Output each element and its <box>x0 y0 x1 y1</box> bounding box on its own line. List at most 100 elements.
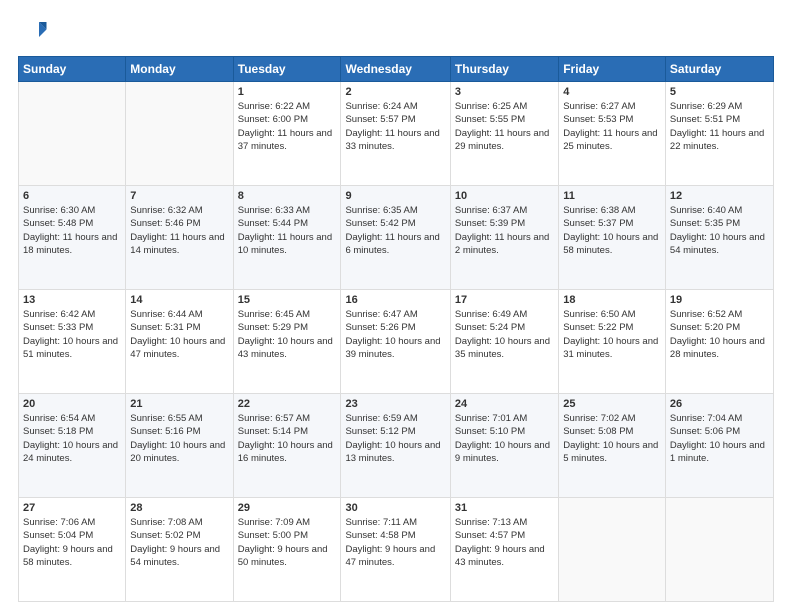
day-number: 10 <box>455 190 554 202</box>
day-info: Sunrise: 6:55 AMSunset: 5:16 PMDaylight:… <box>130 412 228 465</box>
calendar-cell: 28 Sunrise: 7:08 AMSunset: 5:02 PMDayligh… <box>126 498 233 602</box>
header <box>18 16 774 46</box>
calendar-cell: 22 Sunrise: 6:57 AMSunset: 5:14 PMDayligh… <box>233 394 341 498</box>
calendar-cell: 1 Sunrise: 6:22 AMSunset: 6:00 PMDaylight… <box>233 82 341 186</box>
calendar-cell: 4Sunrise: 6:27 AMSunset: 5:53 PMDaylight… <box>559 82 666 186</box>
day-info: Sunrise: 6:29 AMSunset: 5:51 PMDaylight:… <box>670 100 769 153</box>
day-number: 11 <box>563 190 661 202</box>
weekday-header-monday: Monday <box>126 57 233 82</box>
calendar-week-row: 20Sunrise: 6:54 AMSunset: 5:18 PMDayligh… <box>19 394 774 498</box>
calendar-cell: 2 Sunrise: 6:24 AMSunset: 5:57 PMDaylight… <box>341 82 450 186</box>
day-number: 15 <box>238 294 337 306</box>
day-number: 3 <box>455 86 554 98</box>
day-number: 29 <box>238 502 337 514</box>
day-number: 9 <box>345 190 445 202</box>
day-info: Sunrise: 6:38 AMSunset: 5:37 PMDaylight:… <box>563 204 661 257</box>
calendar-cell: 14Sunrise: 6:44 AMSunset: 5:31 PMDayligh… <box>126 290 233 394</box>
day-number: 14 <box>130 294 228 306</box>
calendar-cell: 7 Sunrise: 6:32 AMSunset: 5:46 PMDaylight… <box>126 186 233 290</box>
day-number: 1 <box>238 86 337 98</box>
day-info: Sunrise: 7:04 AMSunset: 5:06 PMDaylight:… <box>670 412 769 465</box>
weekday-header-saturday: Saturday <box>665 57 773 82</box>
day-number: 7 <box>130 190 228 202</box>
day-info: Sunrise: 6:25 AMSunset: 5:55 PMDaylight:… <box>455 100 554 153</box>
calendar-cell: 30 Sunrise: 7:11 AMSunset: 4:58 PMDayligh… <box>341 498 450 602</box>
weekday-header-sunday: Sunday <box>19 57 126 82</box>
day-info: Sunrise: 7:08 AMSunset: 5:02 PMDaylight:… <box>130 516 228 569</box>
calendar-cell: 17Sunrise: 6:49 AMSunset: 5:24 PMDayligh… <box>450 290 558 394</box>
day-info: Sunrise: 6:22 AMSunset: 6:00 PMDaylight:… <box>238 100 337 153</box>
day-info: Sunrise: 7:01 AMSunset: 5:10 PMDaylight:… <box>455 412 554 465</box>
calendar-cell: 6Sunrise: 6:30 AMSunset: 5:48 PMDaylight… <box>19 186 126 290</box>
day-number: 6 <box>23 190 121 202</box>
day-number: 18 <box>563 294 661 306</box>
calendar-week-row: 27 Sunrise: 7:06 AMSunset: 5:04 PMDayligh… <box>19 498 774 602</box>
calendar-cell: 19 Sunrise: 6:52 AMSunset: 5:20 PMDayligh… <box>665 290 773 394</box>
day-info: Sunrise: 6:35 AMSunset: 5:42 PMDaylight:… <box>345 204 445 257</box>
day-info: Sunrise: 7:09 AMSunset: 5:00 PMDaylight:… <box>238 516 337 569</box>
calendar-cell <box>559 498 666 602</box>
day-number: 22 <box>238 398 337 410</box>
calendar-cell: 9 Sunrise: 6:35 AMSunset: 5:42 PMDaylight… <box>341 186 450 290</box>
calendar-cell: 23 Sunrise: 6:59 AMSunset: 5:12 PMDayligh… <box>341 394 450 498</box>
calendar-cell: 12Sunrise: 6:40 AMSunset: 5:35 PMDayligh… <box>665 186 773 290</box>
day-number: 2 <box>345 86 445 98</box>
day-number: 21 <box>130 398 228 410</box>
calendar-cell <box>19 82 126 186</box>
day-info: Sunrise: 6:24 AMSunset: 5:57 PMDaylight:… <box>345 100 445 153</box>
calendar-cell <box>126 82 233 186</box>
day-info: Sunrise: 7:13 AMSunset: 4:57 PMDaylight:… <box>455 516 554 569</box>
day-info: Sunrise: 6:45 AMSunset: 5:29 PMDaylight:… <box>238 308 337 361</box>
calendar-cell: 21 Sunrise: 6:55 AMSunset: 5:16 PMDayligh… <box>126 394 233 498</box>
day-number: 5 <box>670 86 769 98</box>
logo-icon <box>18 16 48 46</box>
calendar-cell: 11 Sunrise: 6:38 AMSunset: 5:37 PMDayligh… <box>559 186 666 290</box>
calendar-cell: 31Sunrise: 7:13 AMSunset: 4:57 PMDayligh… <box>450 498 558 602</box>
day-info: Sunrise: 6:33 AMSunset: 5:44 PMDaylight:… <box>238 204 337 257</box>
calendar-cell <box>665 498 773 602</box>
weekday-header-friday: Friday <box>559 57 666 82</box>
day-number: 23 <box>345 398 445 410</box>
day-number: 25 <box>563 398 661 410</box>
day-number: 26 <box>670 398 769 410</box>
calendar-cell: 18 Sunrise: 6:50 AMSunset: 5:22 PMDayligh… <box>559 290 666 394</box>
calendar-week-row: 13 Sunrise: 6:42 AMSunset: 5:33 PMDayligh… <box>19 290 774 394</box>
day-info: Sunrise: 6:27 AMSunset: 5:53 PMDaylight:… <box>563 100 661 153</box>
day-number: 8 <box>238 190 337 202</box>
day-info: Sunrise: 6:32 AMSunset: 5:46 PMDaylight:… <box>130 204 228 257</box>
day-number: 16 <box>345 294 445 306</box>
day-info: Sunrise: 6:57 AMSunset: 5:14 PMDaylight:… <box>238 412 337 465</box>
calendar-cell: 13 Sunrise: 6:42 AMSunset: 5:33 PMDayligh… <box>19 290 126 394</box>
calendar-cell: 29 Sunrise: 7:09 AMSunset: 5:00 PMDayligh… <box>233 498 341 602</box>
day-number: 24 <box>455 398 554 410</box>
day-number: 19 <box>670 294 769 306</box>
day-info: Sunrise: 6:40 AMSunset: 5:35 PMDaylight:… <box>670 204 769 257</box>
calendar-cell: 27 Sunrise: 7:06 AMSunset: 5:04 PMDayligh… <box>19 498 126 602</box>
day-number: 20 <box>23 398 121 410</box>
day-info: Sunrise: 6:59 AMSunset: 5:12 PMDaylight:… <box>345 412 445 465</box>
day-info: Sunrise: 6:49 AMSunset: 5:24 PMDaylight:… <box>455 308 554 361</box>
calendar-cell: 10 Sunrise: 6:37 AMSunset: 5:39 PMDayligh… <box>450 186 558 290</box>
day-info: Sunrise: 6:52 AMSunset: 5:20 PMDaylight:… <box>670 308 769 361</box>
calendar-cell: 3 Sunrise: 6:25 AMSunset: 5:55 PMDaylight… <box>450 82 558 186</box>
day-number: 30 <box>345 502 445 514</box>
calendar-cell: 5 Sunrise: 6:29 AMSunset: 5:51 PMDaylight… <box>665 82 773 186</box>
calendar-cell: 15 Sunrise: 6:45 AMSunset: 5:29 PMDayligh… <box>233 290 341 394</box>
day-info: Sunrise: 7:06 AMSunset: 5:04 PMDaylight:… <box>23 516 121 569</box>
day-number: 13 <box>23 294 121 306</box>
day-number: 28 <box>130 502 228 514</box>
day-info: Sunrise: 6:42 AMSunset: 5:33 PMDaylight:… <box>23 308 121 361</box>
calendar-cell: 20Sunrise: 6:54 AMSunset: 5:18 PMDayligh… <box>19 394 126 498</box>
day-info: Sunrise: 7:11 AMSunset: 4:58 PMDaylight:… <box>345 516 445 569</box>
calendar-cell: 8 Sunrise: 6:33 AMSunset: 5:44 PMDaylight… <box>233 186 341 290</box>
calendar-cell: 16Sunrise: 6:47 AMSunset: 5:26 PMDayligh… <box>341 290 450 394</box>
day-number: 27 <box>23 502 121 514</box>
day-info: Sunrise: 6:50 AMSunset: 5:22 PMDaylight:… <box>563 308 661 361</box>
calendar-week-row: 6Sunrise: 6:30 AMSunset: 5:48 PMDaylight… <box>19 186 774 290</box>
calendar-week-row: 1 Sunrise: 6:22 AMSunset: 6:00 PMDaylight… <box>19 82 774 186</box>
weekday-header-tuesday: Tuesday <box>233 57 341 82</box>
day-info: Sunrise: 7:02 AMSunset: 5:08 PMDaylight:… <box>563 412 661 465</box>
logo <box>18 16 52 46</box>
day-info: Sunrise: 6:37 AMSunset: 5:39 PMDaylight:… <box>455 204 554 257</box>
weekday-header-row: SundayMondayTuesdayWednesdayThursdayFrid… <box>19 57 774 82</box>
